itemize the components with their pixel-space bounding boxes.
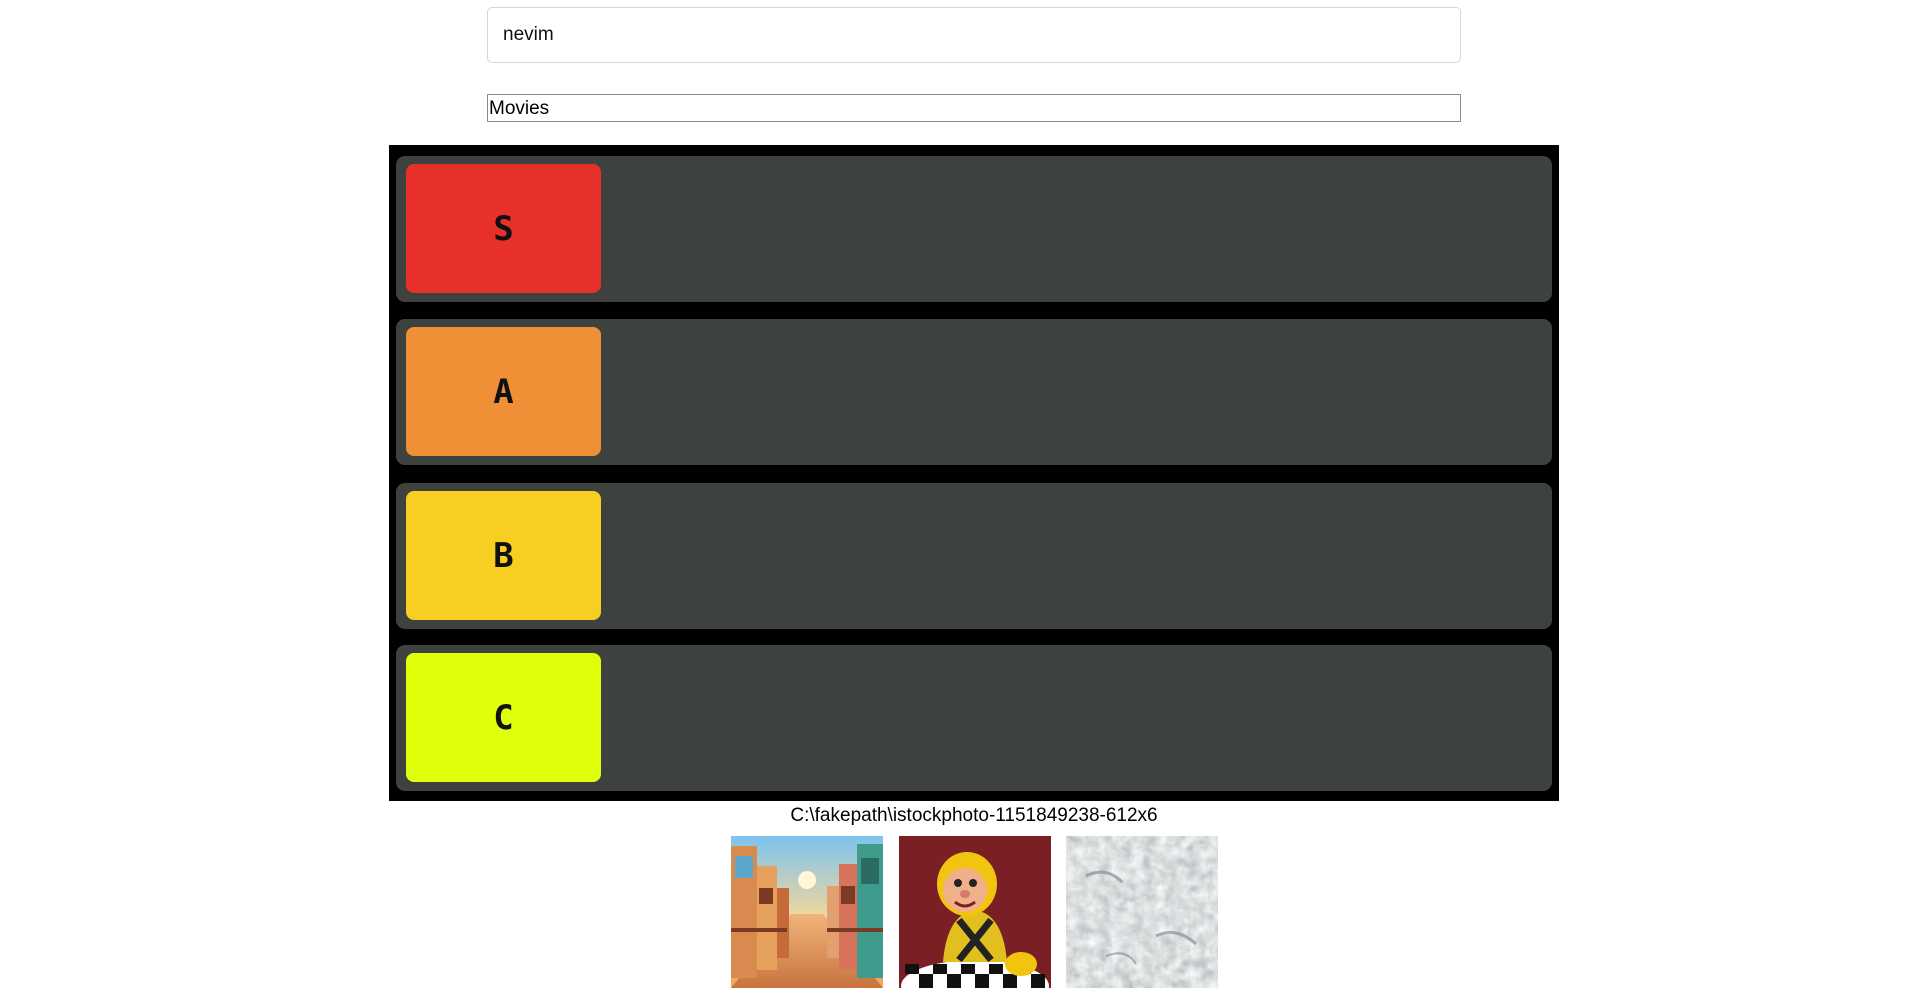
- tier-label-s[interactable]: S: [406, 164, 601, 293]
- tier-board: S A B C: [389, 145, 1559, 801]
- tier-list-title-input[interactable]: [487, 7, 1461, 63]
- tier-label-b[interactable]: B: [406, 491, 601, 620]
- tier-label-c[interactable]: C: [406, 653, 601, 782]
- stone-texture-image[interactable]: [1066, 836, 1218, 988]
- tier-label-a[interactable]: A: [406, 327, 601, 456]
- cartoon-character-image[interactable]: [899, 836, 1051, 988]
- tier-row-s[interactable]: S: [396, 156, 1552, 302]
- tier-row-a[interactable]: A: [396, 319, 1552, 465]
- tier-row-b[interactable]: B: [396, 483, 1552, 629]
- uploaded-file-name: C:\fakepath\istockphoto-1151849238-612x6: [790, 805, 1158, 826]
- tier-row-c[interactable]: C: [396, 645, 1552, 791]
- category-select[interactable]: Movies: [487, 94, 1461, 122]
- category-select-value: Movies: [489, 98, 550, 119]
- western-town-image[interactable]: [731, 836, 883, 988]
